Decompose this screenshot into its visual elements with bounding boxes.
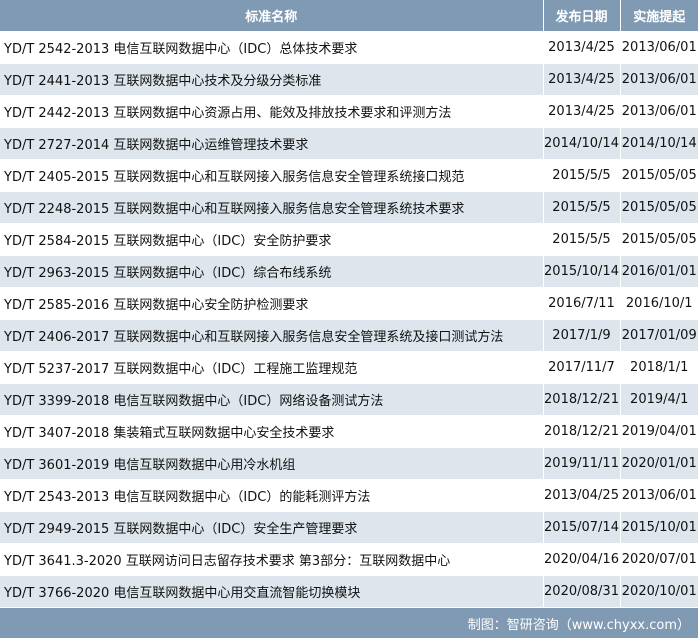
standard-name-cell: YD/T 5237-2017 互联网数据中心（IDC）工程施工监理规范 (0, 351, 544, 384)
source-credit: 制图：智研咨询（www.chyxx.com） (467, 617, 690, 633)
standard-name-cell: YD/T 3399-2018 电信互联网数据中心（IDC）网络设备测试方法 (0, 383, 544, 416)
publish-date-cell: 2015/5/5 (543, 191, 621, 224)
publish-date-cell: 2015/10/14 (543, 255, 621, 288)
table-row: YD/T 2727-2014 互联网数据中心运维管理技术要求 2014/10/14… (0, 127, 698, 160)
effective-date-cell: 2019/4/1 (620, 383, 698, 416)
publish-date-cell: 2020/04/16 (543, 543, 621, 576)
effective-date-cell: 2013/06/01 (620, 95, 698, 128)
source-footer: 制图：智研咨询（www.chyxx.com） (0, 608, 698, 638)
effective-date-cell: 2018/1/1 (620, 351, 698, 384)
publish-date-cell: 2013/4/25 (543, 63, 621, 96)
table-row: YD/T 2584-2015 互联网数据中心（IDC）安全防护要求 2015/5/… (0, 223, 698, 256)
standard-name-cell: YD/T 2542-2013 电信互联网数据中心（IDC）总体技术要求 (0, 31, 544, 64)
publish-date-cell: 2013/04/25 (543, 479, 621, 512)
standard-name-cell: YD/T 2949-2015 互联网数据中心（IDC）安全生产管理要求 (0, 511, 544, 544)
publish-date-cell: 2017/11/7 (543, 351, 621, 384)
publish-date-cell: 2015/5/5 (543, 223, 621, 256)
standard-name-cell: YD/T 2405-2015 互联网数据中心和互联网接入服务信息安全管理系统接口… (0, 159, 544, 192)
table-row: YD/T 2949-2015 互联网数据中心（IDC）安全生产管理要求 2015/… (0, 511, 698, 544)
table-row: YD/T 3601-2019 电信互联网数据中心用冷水机组 2019/11/11 2… (0, 447, 698, 480)
header-effective-date: 实施提起 (620, 0, 698, 32)
table-row: YD/T 3766-2020 电信互联网数据中心用交直流智能切换模块 2020/0… (0, 575, 698, 607)
publish-date-cell: 2018/12/21 (543, 415, 621, 448)
effective-date-cell: 2016/01/01 (620, 255, 698, 288)
publish-date-cell: 2013/4/25 (543, 31, 621, 64)
standard-name-cell: YD/T 2441-2013 互联网数据中心技术及分级分类标准 (0, 63, 544, 96)
effective-date-cell: 2015/05/05 (620, 191, 698, 224)
effective-date-cell: 2014/10/14 (620, 127, 698, 160)
standard-name-cell: YD/T 2584-2015 互联网数据中心（IDC）安全防护要求 (0, 223, 544, 256)
table-row: YD/T 2585-2016 互联网数据中心安全防护检测要求 2016/7/11 2… (0, 287, 698, 320)
table-row: YD/T 2442-2013 互联网数据中心资源占用、能效及排放技术要求和评测方… (0, 95, 698, 128)
standard-name-cell: YD/T 2585-2016 互联网数据中心安全防护检测要求 (0, 287, 544, 320)
effective-date-cell: 2015/05/05 (620, 159, 698, 192)
standards-table: 标准名称 发布日期 实施提起 YD/T 2542-2013 电信互联网数据中心（… (0, 0, 698, 607)
standard-name-cell: YD/T 2248-2015 互联网数据中心和互联网接入服务信息安全管理系统技术… (0, 191, 544, 224)
publish-date-cell: 2014/10/14 (543, 127, 621, 160)
standard-name-cell: YD/T 3407-2018 集装箱式互联网数据中心安全技术要求 (0, 415, 544, 448)
standard-name-cell: YD/T 2406-2017 互联网数据中心和互联网接入服务信息安全管理系统及接… (0, 319, 544, 352)
standard-name-cell: YD/T 3641.3-2020 互联网访问日志留存技术要求 第3部分：互联网数… (0, 543, 544, 576)
effective-date-cell: 2015/05/05 (620, 223, 698, 256)
table-row: YD/T 3641.3-2020 互联网访问日志留存技术要求 第3部分：互联网数… (0, 543, 698, 576)
publish-date-cell: 2013/4/25 (543, 95, 621, 128)
effective-date-cell: 2013/06/01 (620, 31, 698, 64)
table-row: YD/T 5237-2017 互联网数据中心（IDC）工程施工监理规范 2017/… (0, 351, 698, 384)
effective-date-cell: 2020/10/01 (620, 575, 698, 607)
effective-date-cell: 2013/06/01 (620, 63, 698, 96)
publish-date-cell: 2018/12/21 (543, 383, 621, 416)
standard-name-cell: YD/T 3601-2019 电信互联网数据中心用冷水机组 (0, 447, 544, 480)
effective-date-cell: 2019/04/01 (620, 415, 698, 448)
standards-table-figure: 标准名称 发布日期 实施提起 YD/T 2542-2013 电信互联网数据中心（… (0, 0, 698, 638)
publish-date-cell: 2016/7/11 (543, 287, 621, 320)
table-row: YD/T 2542-2013 电信互联网数据中心（IDC）总体技术要求 2013/… (0, 31, 698, 64)
table-row: YD/T 2543-2013 电信互联网数据中心（IDC）的能耗测评方法 2013… (0, 479, 698, 512)
effective-date-cell: 2015/10/01 (620, 511, 698, 544)
standard-name-cell: YD/T 2543-2013 电信互联网数据中心（IDC）的能耗测评方法 (0, 479, 544, 512)
table-row: YD/T 2441-2013 互联网数据中心技术及分级分类标准 2013/4/25… (0, 63, 698, 96)
table-row: YD/T 3407-2018 集装箱式互联网数据中心安全技术要求 2018/12/… (0, 415, 698, 448)
publish-date-cell: 2015/07/14 (543, 511, 621, 544)
effective-date-cell: 2013/06/01 (620, 479, 698, 512)
standard-name-cell: YD/T 2727-2014 互联网数据中心运维管理技术要求 (0, 127, 544, 160)
header-standard-name: 标准名称 (0, 0, 544, 32)
table-row: YD/T 3399-2018 电信互联网数据中心（IDC）网络设备测试方法 201… (0, 383, 698, 416)
publish-date-cell: 2015/5/5 (543, 159, 621, 192)
standard-name-cell: YD/T 3766-2020 电信互联网数据中心用交直流智能切换模块 (0, 575, 544, 607)
effective-date-cell: 2020/07/01 (620, 543, 698, 576)
effective-date-cell: 2020/01/01 (620, 447, 698, 480)
publish-date-cell: 2017/1/9 (543, 319, 621, 352)
effective-date-cell: 2016/10/1 (620, 287, 698, 320)
header-publish-date: 发布日期 (543, 0, 621, 32)
table-row: YD/T 2406-2017 互联网数据中心和互联网接入服务信息安全管理系统及接… (0, 319, 698, 352)
publish-date-cell: 2020/08/31 (543, 575, 621, 607)
table-body: YD/T 2542-2013 电信互联网数据中心（IDC）总体技术要求 2013/… (0, 31, 698, 607)
table-row: YD/T 2963-2015 互联网数据中心（IDC）综合布线系统 2015/10… (0, 255, 698, 288)
standard-name-cell: YD/T 2442-2013 互联网数据中心资源占用、能效及排放技术要求和评测方… (0, 95, 544, 128)
table-row: YD/T 2248-2015 互联网数据中心和互联网接入服务信息安全管理系统技术… (0, 191, 698, 224)
table-row: YD/T 2405-2015 互联网数据中心和互联网接入服务信息安全管理系统接口… (0, 159, 698, 192)
table-header-row: 标准名称 发布日期 实施提起 (0, 0, 698, 32)
effective-date-cell: 2017/01/09 (620, 319, 698, 352)
publish-date-cell: 2019/11/11 (543, 447, 621, 480)
standard-name-cell: YD/T 2963-2015 互联网数据中心（IDC）综合布线系统 (0, 255, 544, 288)
